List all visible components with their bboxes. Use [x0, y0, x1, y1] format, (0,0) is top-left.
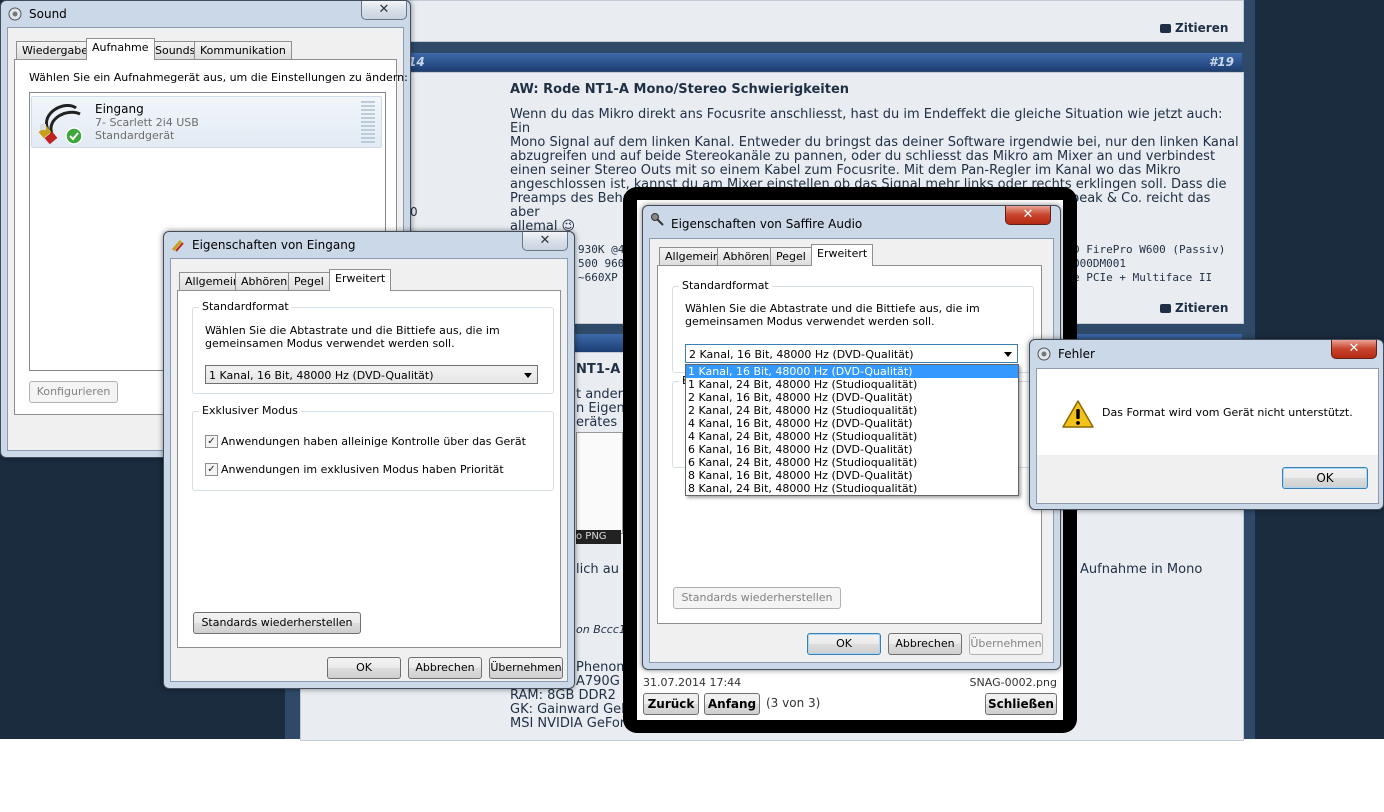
- device-status: Standardgerät: [95, 129, 175, 142]
- viewer-start-button[interactable]: Anfang: [704, 693, 760, 715]
- viewer-date: 31.07.2014 17:44: [643, 676, 742, 689]
- close-icon: ✕: [378, 2, 390, 17]
- restore-defaults-button[interactable]: Standards wiederherstellen: [673, 587, 841, 609]
- configure-button[interactable]: Konfigurieren: [29, 381, 118, 403]
- saffire-format-select[interactable]: 2 Kanal, 16 Bit, 48000 Hz (DVD-Qualität): [685, 344, 1018, 363]
- device-description: 7- Scarlett 2i4 USB: [95, 116, 199, 129]
- device-name: Eingang: [95, 102, 144, 116]
- restore-defaults-button[interactable]: Standards wiederherstellen: [193, 612, 361, 634]
- line-in-cable-icon: [38, 104, 83, 145]
- dropdown-option[interactable]: 2 Kanal, 16 Bit, 48000 Hz (DVD-Qualität): [686, 391, 1018, 404]
- close-icon: ✕: [1022, 207, 1034, 222]
- close-button[interactable]: ✕: [361, 1, 407, 20]
- forum-post-18: [300, 0, 1244, 42]
- tab-pegel[interactable]: Pegel: [770, 247, 812, 266]
- standardformat-group: Standardformat Wählen Sie die Abtastrate…: [192, 300, 554, 394]
- level-meter: [361, 101, 375, 143]
- dropdown-option[interactable]: 1 Kanal, 16 Bit, 48000 Hz (DVD-Qualität): [686, 365, 1018, 378]
- format-dropdown-list: 1 Kanal, 16 Bit, 48000 Hz (DVD-Qualität)…: [685, 364, 1019, 496]
- format-select[interactable]: 1 Kanal, 16 Bit, 48000 Hz (DVD-Qualität): [205, 365, 538, 384]
- tab-abhoeren[interactable]: Abhören: [717, 247, 776, 266]
- close-button[interactable]: ✕: [1005, 206, 1051, 225]
- tab-erweitert[interactable]: Erweitert: [811, 244, 874, 266]
- dropdown-option[interactable]: 8 Kanal, 16 Bit, 48000 Hz (DVD-Qualität): [686, 469, 1018, 482]
- error-client-area: Das Format wird vom Gerät nicht unterstü…: [1036, 368, 1379, 504]
- eingang-properties-window: Eigenschaften von Eingang ✕ Allgemein Ab…: [163, 231, 575, 689]
- post-image-thumbnail[interactable]: [576, 432, 623, 534]
- window-title: Eigenschaften von Saffire Audio: [671, 217, 863, 231]
- viewer-back-button[interactable]: Zurück: [643, 693, 699, 715]
- chevron-down-icon: [1004, 352, 1012, 357]
- dropdown-option[interactable]: 4 Kanal, 16 Bit, 48000 Hz (DVD-Qualität): [686, 417, 1018, 430]
- quote-button-2[interactable]: Zitieren: [1160, 301, 1228, 315]
- viewer-close-button[interactable]: Schließen: [985, 693, 1057, 715]
- ok-button[interactable]: OK: [327, 657, 401, 679]
- tab-erweitert[interactable]: Erweitert: [329, 269, 392, 291]
- quote-icon: [1160, 304, 1171, 313]
- cable-icon: [171, 240, 184, 252]
- microphone-icon: [651, 213, 664, 226]
- error-message: Das Format wird vom Gerät nicht unterstü…: [1102, 406, 1353, 419]
- eingang-client-area: Allgemein Abhören Pegel Erweitert Standa…: [170, 258, 568, 682]
- dropdown-option[interactable]: 4 Kanal, 24 Bit, 48000 Hz (Studioqualitä…: [686, 430, 1018, 443]
- dropdown-option[interactable]: 1 Kanal, 24 Bit, 48000 Hz (Studioqualitä…: [686, 378, 1018, 391]
- post-19-title: AW: Rode NT1-A Mono/Stereo Schwierigkeit…: [510, 82, 850, 97]
- close-icon: ✕: [1348, 341, 1360, 356]
- apply-button[interactable]: Übernehmen: [489, 657, 563, 679]
- post-19-header: 14 #19: [300, 53, 1242, 71]
- dropdown-option[interactable]: 8 Kanal, 24 Bit, 48000 Hz (Studioqualitä…: [686, 482, 1018, 495]
- close-button[interactable]: ✕: [522, 232, 568, 251]
- tab-wiedergabe[interactable]: Wiedergabe: [16, 41, 95, 60]
- tab-allgemein[interactable]: Allgemein: [659, 247, 726, 266]
- close-icon: ✕: [539, 233, 551, 248]
- window-title: Sound: [29, 7, 67, 21]
- dropdown-option[interactable]: 6 Kanal, 24 Bit, 48000 Hz (Studioqualitä…: [686, 456, 1018, 469]
- speaker-icon: [8, 7, 22, 21]
- window-title: Fehler: [1058, 347, 1095, 361]
- speaker-icon: [1037, 347, 1051, 361]
- cancel-button[interactable]: Abbrechen: [408, 657, 482, 679]
- error-button-bar: OK: [1037, 455, 1378, 503]
- viewer-counter: (3 von 3): [766, 696, 821, 710]
- chevron-down-icon: [524, 373, 532, 378]
- window-title: Eigenschaften von Eingang: [192, 238, 356, 252]
- tab-pegel[interactable]: Pegel: [288, 272, 330, 291]
- dropdown-option[interactable]: 6 Kanal, 16 Bit, 48000 Hz (DVD-Qualität): [686, 443, 1018, 456]
- tab-kommunikation[interactable]: Kommunikation: [194, 41, 292, 60]
- close-button[interactable]: ✕: [1331, 340, 1377, 359]
- cancel-button[interactable]: Abbrechen: [888, 633, 962, 655]
- dropdown-option[interactable]: 2 Kanal, 24 Bit, 48000 Hz (Studioqualitä…: [686, 404, 1018, 417]
- exclusive-mode-group: Exklusiver Modus ✓ Anwendungen haben all…: [192, 404, 554, 491]
- viewer-filename: SNAG-0002.png: [969, 676, 1057, 689]
- quote-icon: [1160, 24, 1171, 33]
- apply-button[interactable]: Übernehmen: [969, 633, 1043, 655]
- tab-abhoeren[interactable]: Abhören: [235, 272, 294, 291]
- list-item-eingang[interactable]: Eingang 7- Scarlett 2i4 USB Standardgerä…: [31, 96, 382, 148]
- exclusive-priority-checkbox[interactable]: ✓: [205, 463, 218, 476]
- warning-icon: [1062, 400, 1094, 428]
- instruction-text: Wählen Sie ein Aufnahmegerät aus, um die…: [29, 71, 408, 84]
- erweitert-panel: Standardformat Wählen Sie die Abtastrate…: [177, 290, 561, 648]
- error-dialog: Fehler ✕ Das Format wird vom Gerät nicht…: [1029, 339, 1384, 510]
- quote-button-1[interactable]: Zitieren: [1160, 21, 1228, 35]
- ok-button[interactable]: OK: [1282, 467, 1368, 489]
- exclusive-control-checkbox[interactable]: ✓: [205, 435, 218, 448]
- tab-aufnahme[interactable]: Aufnahme: [86, 38, 155, 60]
- ok-button[interactable]: OK: [807, 633, 881, 655]
